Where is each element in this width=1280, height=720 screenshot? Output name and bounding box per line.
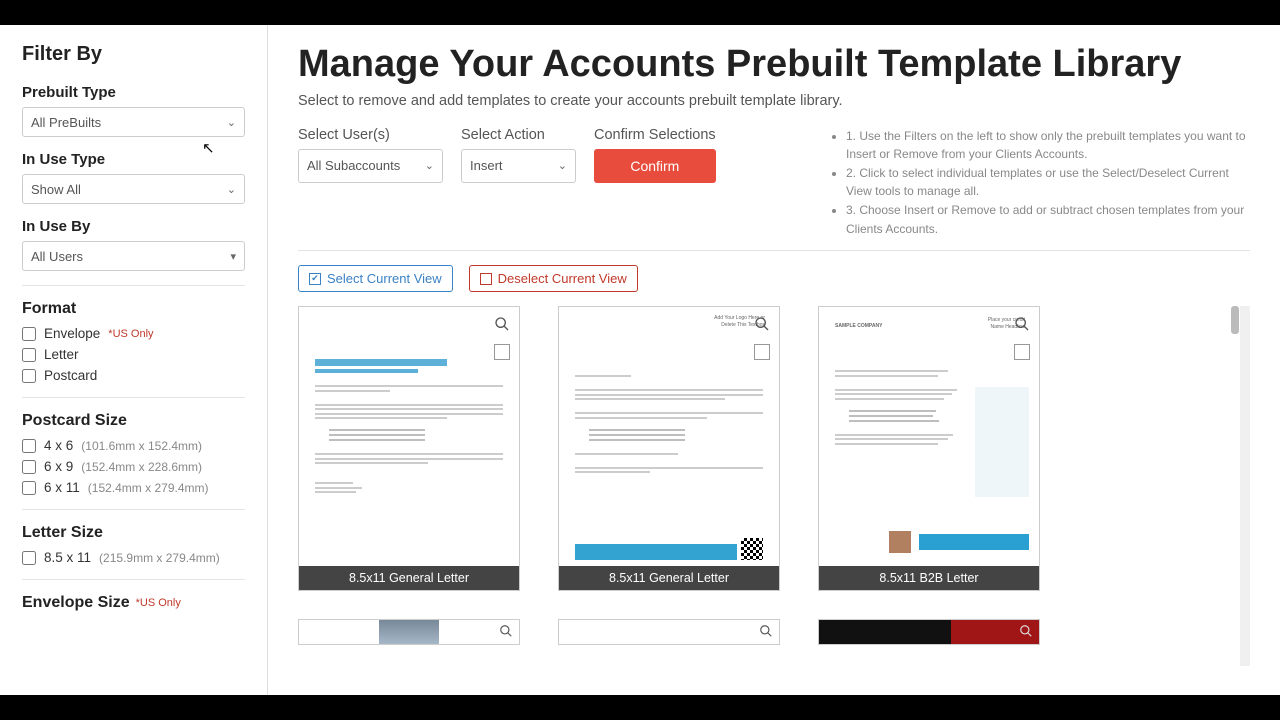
chevron-down-icon: ⌄ [425,159,434,172]
postcard-size-6x11[interactable]: 6 x 11 (152.4mm x 279.4mm) [22,480,245,495]
format-option-postcard[interactable]: Postcard [22,368,245,383]
letter-size-heading: Letter Size [22,524,245,542]
in-use-by-label: In Use By [22,218,245,235]
template-card[interactable]: SAMPLE COMPANY Place your creditName Hea… [818,306,1040,591]
letter-size-8_5x11[interactable]: 8.5 x 11 (215.9mm x 279.4mm) [22,550,245,565]
select-template-checkbox[interactable] [1014,344,1030,360]
select-action-dropdown[interactable]: Insert ⌄ [461,149,576,183]
select-users-label: Select User(s) [298,127,443,143]
format-heading: Format [22,300,245,318]
template-thumbnail [299,307,519,590]
template-card[interactable]: Add Your Logo Here orDelete This Textbox… [558,306,780,591]
format-option-envelope[interactable]: Envelope *US Only [22,326,245,341]
template-caption: 8.5x11 General Letter [299,566,519,590]
magnify-icon[interactable] [1019,624,1033,643]
instruction-item: 3. Choose Insert or Remove to add or sub… [846,201,1250,238]
magnify-icon[interactable] [759,624,773,643]
checkbox[interactable] [22,460,36,474]
deselect-current-view-button[interactable]: Deselect Current View [469,265,638,292]
in-use-by-select[interactable]: All Users ▾ [22,241,245,271]
sidebar-title: Filter By [22,43,245,66]
checkbox[interactable] [22,327,36,341]
checkbox[interactable] [22,439,36,453]
postcard-size-4x6[interactable]: 4 x 6 (101.6mm x 152.4mm) [22,438,245,453]
instruction-item: 1. Use the Filters on the left to show o… [846,127,1250,164]
chevron-down-icon: ⌄ [227,183,236,196]
template-thumbnail: Add Your Logo Here orDelete This Textbox [559,307,779,590]
in-use-type-select[interactable]: Show All ⌄ [22,174,245,204]
postcard-size-heading: Postcard Size [22,412,245,430]
template-card[interactable] [298,619,520,645]
select-current-view-button[interactable]: ✔ Select Current View [298,265,453,292]
filter-sidebar: Filter By Prebuilt Type All PreBuilts ⌄ … [0,25,268,695]
select-users-dropdown[interactable]: All Subaccounts ⌄ [298,149,443,183]
prebuilt-type-label: Prebuilt Type [22,84,245,101]
confirm-button[interactable]: Confirm [594,149,716,183]
checkbox-empty-icon [480,273,492,285]
envelope-size-heading: Envelope Size [22,594,130,612]
magnify-icon[interactable] [499,624,513,643]
scrollbar-thumb[interactable] [1231,306,1239,334]
in-use-type-label: In Use Type [22,151,245,168]
magnify-icon[interactable] [1011,313,1033,335]
chevron-down-icon: ⌄ [558,159,567,172]
checkbox-checked-icon: ✔ [309,273,321,285]
magnify-icon[interactable] [491,313,513,335]
select-template-checkbox[interactable] [754,344,770,360]
format-option-letter[interactable]: Letter [22,347,245,362]
checkbox[interactable] [22,369,36,383]
template-card[interactable] [558,619,780,645]
template-card[interactable]: 8.5x11 General Letter [298,306,520,591]
template-thumbnail: SAMPLE COMPANY Place your creditName Hea… [819,307,1039,590]
template-card[interactable] [818,619,1040,645]
template-caption: 8.5x11 B2B Letter [819,566,1039,590]
confirm-section-label: Confirm Selections [594,127,716,143]
magnify-icon[interactable] [751,313,773,335]
checkbox[interactable] [22,481,36,495]
checkbox[interactable] [22,551,36,565]
select-template-checkbox[interactable] [494,344,510,360]
instruction-item: 2. Click to select individual templates … [846,164,1250,201]
page-title: Manage Your Accounts Prebuilt Template L… [298,43,1250,87]
select-action-label: Select Action [461,127,576,143]
postcard-size-6x9[interactable]: 6 x 9 (152.4mm x 228.6mm) [22,459,245,474]
page-subtitle: Select to remove and add templates to cr… [298,93,1250,109]
checkbox[interactable] [22,348,36,362]
main-content: Manage Your Accounts Prebuilt Template L… [268,25,1280,695]
instructions-panel: 1. Use the Filters on the left to show o… [830,127,1250,239]
chevron-down-icon: ▾ [230,250,236,263]
chevron-down-icon: ⌄ [227,116,236,129]
prebuilt-type-select[interactable]: All PreBuilts ⌄ [22,107,245,137]
template-caption: 8.5x11 General Letter [559,566,779,590]
